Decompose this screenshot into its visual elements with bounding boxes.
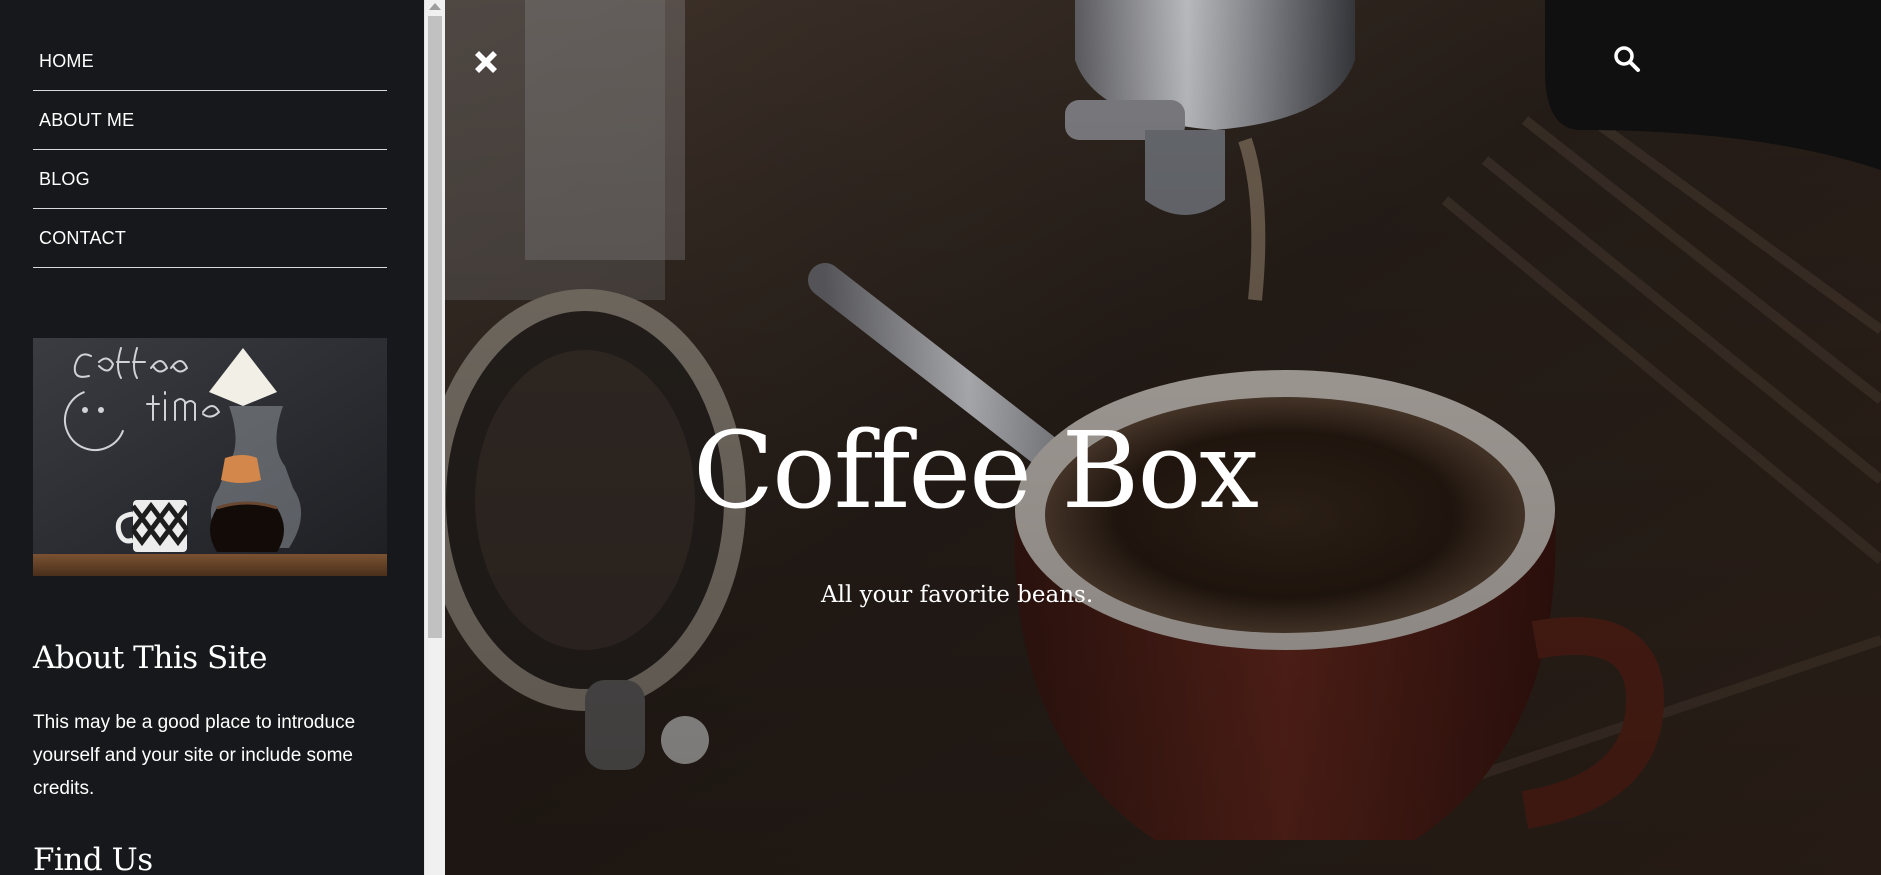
nav-item-label[interactable]: ABOUT ME [39,110,134,131]
scroll-thumb[interactable] [428,16,442,638]
nav-item-blog[interactable]: BLOG [33,150,387,209]
nav-item-about-me[interactable]: ABOUT ME [33,91,387,150]
search-icon[interactable] [1612,44,1642,74]
nav-item-home[interactable]: HOME [33,32,387,91]
close-menu-button[interactable] [471,47,501,77]
sidebar: HOME ABOUT ME BLOG CONTACT About This Si… [0,0,424,875]
coffee-time-illustration [33,338,387,576]
sidebar-coffee-image [33,338,387,576]
nav-item-label[interactable]: CONTACT [39,228,126,249]
site-title-text: Coffee Box [693,409,1259,532]
find-us-heading: Find Us [33,842,153,875]
close-icon[interactable] [471,47,501,77]
scroll-up-arrow-icon[interactable] [429,3,441,10]
nav-item-label[interactable]: BLOG [39,169,90,190]
sidebar-scrollbar[interactable] [424,0,445,875]
sidebar-nav: HOME ABOUT ME BLOG CONTACT [33,32,387,268]
about-site-text: This may be a good place to introduce yo… [33,712,356,799]
nav-item-contact[interactable]: CONTACT [33,209,387,268]
about-site-heading: About This Site [33,640,267,676]
nav-item-label[interactable]: HOME [39,51,94,72]
site-tagline-text: All your favorite beans. [821,582,1094,608]
search-button[interactable] [1612,44,1642,74]
